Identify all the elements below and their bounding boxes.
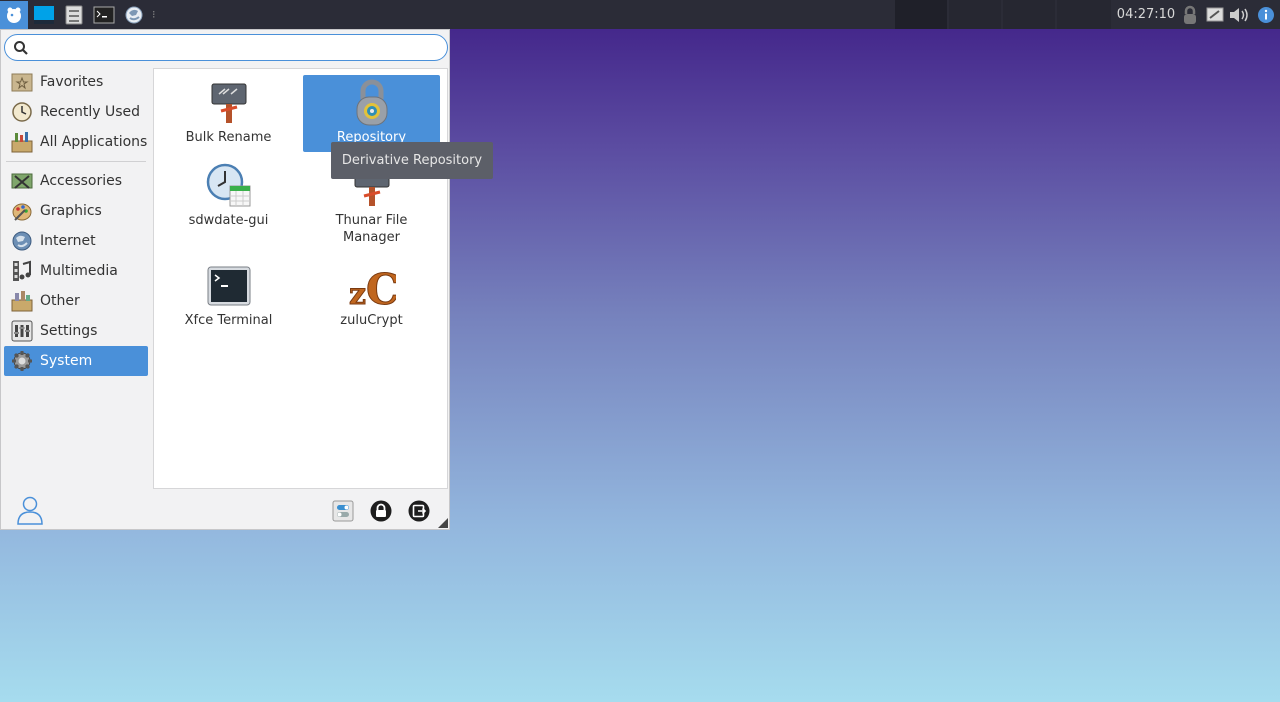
all-apps-icon (10, 130, 34, 154)
sdwdate-icon (205, 162, 253, 210)
repository-icon (348, 79, 396, 127)
volume-icon (1230, 8, 1248, 22)
show-desktop-button[interactable] (30, 1, 58, 29)
desktop-icon (34, 5, 54, 24)
task-slot-2[interactable] (949, 0, 1001, 29)
category-system[interactable]: System (4, 346, 148, 376)
search-icon (14, 41, 28, 55)
multimedia-icon (10, 259, 34, 283)
internet-icon (10, 229, 34, 253)
tray-network[interactable] (1204, 4, 1226, 26)
whisker-menu-button[interactable] (0, 0, 28, 29)
category-label: Accessories (40, 173, 123, 189)
category-all-applications[interactable]: All Applications (4, 127, 148, 157)
task-slot-4[interactable] (1057, 0, 1111, 29)
category-label: Internet (40, 233, 96, 249)
svg-text:z: z (349, 277, 366, 308)
app-repository[interactable]: Repository (303, 75, 440, 152)
category-other[interactable]: Other (4, 286, 148, 316)
category-label: Recently Used (40, 104, 141, 120)
app-zulucrypt[interactable]: zC zuluCrypt (303, 258, 440, 333)
terminal-launcher[interactable] (90, 1, 118, 29)
system-icon (10, 349, 34, 373)
resize-grip[interactable] (438, 518, 448, 528)
category-list: Favorites Recently Used All Applications… (4, 67, 148, 376)
search-box[interactable] (4, 34, 448, 61)
category-label: Favorites (40, 74, 104, 90)
lock-screen-button[interactable] (369, 499, 393, 523)
category-graphics[interactable]: Graphics (4, 196, 148, 226)
app-label: sdwdate-gui (188, 213, 269, 228)
task-slot-1[interactable] (895, 0, 947, 29)
browser-launcher[interactable] (120, 1, 148, 29)
app-sdwdate-gui[interactable]: sdwdate-gui (160, 158, 297, 238)
top-panel: ⁝ 04:27:10 (0, 0, 1280, 29)
user-avatar-icon (17, 496, 43, 525)
lock-icon (370, 500, 392, 522)
tray-info[interactable] (1255, 4, 1277, 26)
category-separator (6, 161, 146, 162)
browser-icon (125, 6, 143, 23)
network-icon (1206, 7, 1224, 22)
panel-separator-handle: ⁝ (152, 8, 156, 21)
lock-icon (1184, 5, 1196, 24)
zulucrypt-icon: zC (348, 262, 396, 310)
clock-icon (10, 100, 34, 124)
category-label: All Applications (40, 134, 148, 150)
category-internet[interactable]: Internet (4, 226, 148, 256)
log-out-button[interactable] (407, 499, 431, 523)
favorites-icon (10, 70, 34, 94)
app-bulk-rename[interactable]: Bulk Rename (160, 75, 297, 152)
settings-manager-button[interactable] (331, 499, 355, 523)
file-manager-launcher[interactable] (60, 1, 88, 29)
panel-clock[interactable]: 04:27:10 (1114, 0, 1178, 29)
category-multimedia[interactable]: Multimedia (4, 256, 148, 286)
tray-lock[interactable] (1179, 4, 1201, 26)
whisker-menu-icon (7, 7, 21, 23)
svg-text:C: C (366, 265, 396, 308)
file-manager-icon (65, 5, 83, 24)
tooltip: Derivative Repository (331, 142, 493, 179)
log-out-icon (408, 500, 430, 522)
xfce-terminal-icon (205, 262, 253, 310)
category-accessories[interactable]: Accessories (4, 166, 148, 196)
category-recently-used[interactable]: Recently Used (4, 97, 148, 127)
settings-icon (10, 319, 34, 343)
app-label: zuluCrypt (340, 313, 403, 328)
search-input[interactable] (33, 38, 438, 57)
category-label: Graphics (40, 203, 102, 219)
app-label: Xfce Terminal (184, 313, 273, 328)
accessories-icon (10, 169, 34, 193)
bulk-rename-icon (205, 79, 253, 127)
toggle-settings-icon (332, 500, 354, 522)
tray-volume[interactable] (1228, 4, 1250, 26)
app-label: Thunar File Manager (335, 213, 408, 245)
other-icon (10, 289, 34, 313)
category-label: Multimedia (40, 263, 118, 279)
category-favorites[interactable]: Favorites (4, 67, 148, 97)
terminal-icon (93, 6, 115, 23)
category-label: Other (40, 293, 80, 309)
graphics-icon (10, 199, 34, 223)
category-settings[interactable]: Settings (4, 316, 148, 346)
app-xfce-terminal[interactable]: Xfce Terminal (160, 258, 297, 333)
app-label: Bulk Rename (185, 130, 272, 145)
info-icon (1258, 7, 1274, 23)
category-label: Settings (40, 323, 98, 339)
application-menu: Favorites Recently Used All Applications… (0, 29, 450, 530)
application-grid: Bulk Rename Repository sdwdate-gui Thuna… (153, 68, 448, 489)
menu-bottom-bar (1, 491, 449, 531)
category-label: System (40, 353, 93, 369)
task-slot-3[interactable] (1003, 0, 1055, 29)
user-button[interactable] (15, 495, 45, 525)
